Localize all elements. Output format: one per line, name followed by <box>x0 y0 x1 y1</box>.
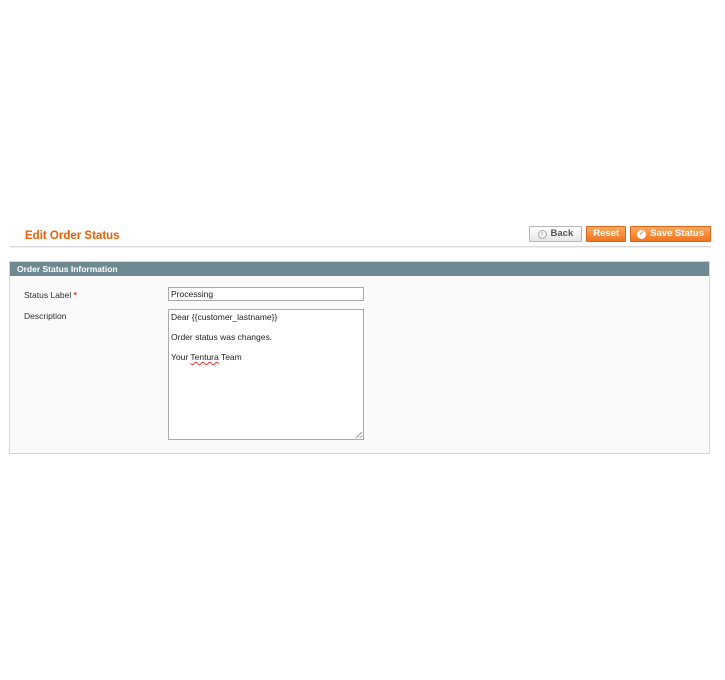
status-label-field-label: Status Label * <box>24 290 77 300</box>
fieldset-header: Order Status Information <box>10 262 709 276</box>
status-label-input[interactable] <box>168 287 364 301</box>
misspelled-word: Tentura <box>190 352 219 362</box>
back-button-label: Back <box>550 228 574 239</box>
description-line: Order status was changes. <box>171 332 273 342</box>
save-status-button[interactable]: ✓ Save Status <box>630 226 711 242</box>
page-title: Edit Order Status <box>25 230 120 242</box>
title-divider <box>10 246 711 248</box>
required-mark: * <box>73 290 77 300</box>
save-button-label: Save Status <box>650 228 704 239</box>
order-status-fieldset: Order Status Information Status Label * … <box>9 261 710 454</box>
resize-grip-icon[interactable] <box>356 432 362 438</box>
reset-button[interactable]: Reset <box>586 226 627 242</box>
form-toolbar: ‹ Back Reset ✓ Save Status <box>528 226 711 242</box>
description-textarea[interactable]: Dear {{customer_lastname}} Order status … <box>168 309 364 440</box>
status-label-text: Status Label <box>24 290 72 300</box>
back-arrow-icon: ‹ <box>537 229 547 239</box>
description-line: Your Tentura Team <box>171 352 242 362</box>
back-button[interactable]: ‹ Back <box>528 226 583 242</box>
checkmark-icon: ✓ <box>637 229 647 239</box>
reset-button-label: Reset <box>593 228 620 239</box>
description-line: Dear {{customer_lastname}} <box>171 312 278 322</box>
description-field-label: Description <box>24 311 67 321</box>
